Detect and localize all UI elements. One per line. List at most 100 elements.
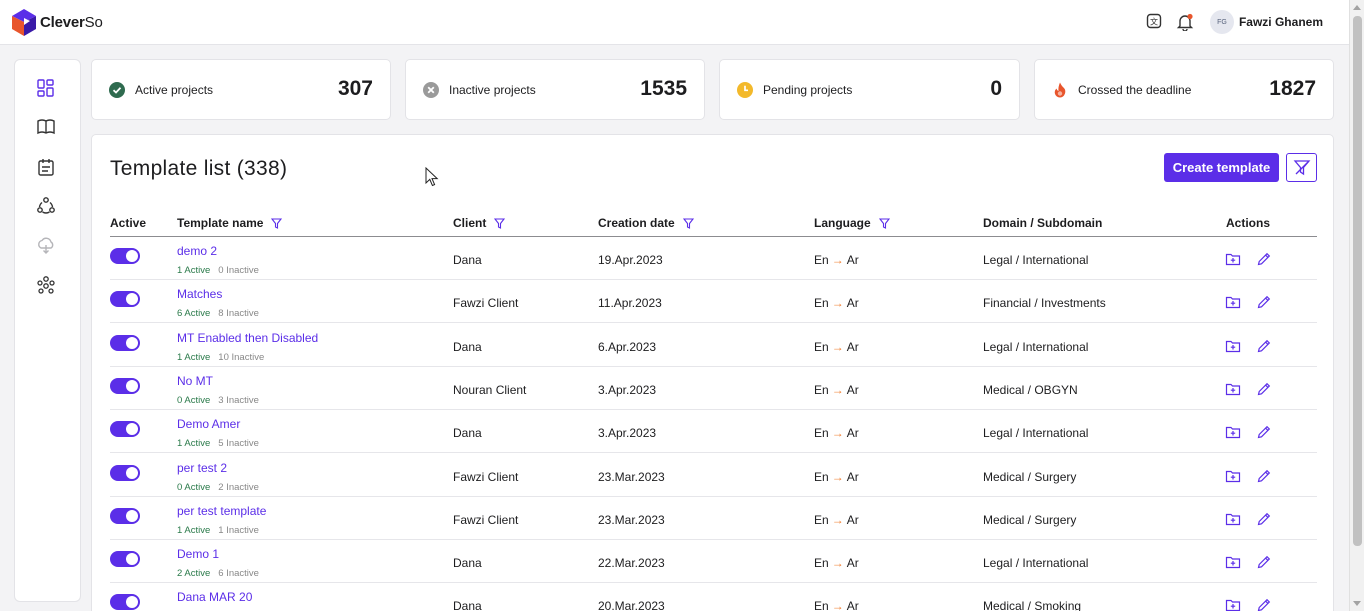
edit-pencil-icon[interactable] bbox=[1256, 554, 1272, 570]
domain-cell: Legal / International bbox=[983, 339, 1089, 354]
edit-pencil-icon[interactable] bbox=[1256, 468, 1272, 484]
template-name-link[interactable]: Dana MAR 20 bbox=[177, 590, 252, 604]
team-icon[interactable] bbox=[36, 275, 56, 295]
template-status-counts: 1 Active 10 Inactive bbox=[177, 352, 264, 363]
language-switch-icon[interactable]: 文 bbox=[1146, 13, 1164, 31]
inactive-count: 8 Inactive bbox=[218, 308, 259, 320]
user-name[interactable]: Fawzi Ghanem bbox=[1239, 15, 1323, 29]
folder-add-icon[interactable] bbox=[1225, 554, 1241, 570]
flame-icon bbox=[1052, 82, 1068, 98]
book-icon[interactable] bbox=[36, 117, 56, 137]
dashboard-icon[interactable] bbox=[36, 78, 56, 98]
folder-add-icon[interactable] bbox=[1225, 597, 1241, 611]
table-row: Demo Amer 1 Active 5 Inactive Dana 3.Apr.202… bbox=[110, 410, 1317, 454]
inactive-count: 5 Inactive bbox=[218, 438, 259, 450]
active-toggle[interactable] bbox=[110, 507, 140, 524]
active-toggle[interactable] bbox=[110, 421, 140, 438]
stat-value: 307 bbox=[337, 77, 373, 100]
notification-bell-icon[interactable] bbox=[1176, 13, 1194, 32]
scroll-up-arrow-icon[interactable] bbox=[1353, 5, 1361, 10]
page-scrollbar[interactable] bbox=[1349, 0, 1364, 611]
template-name-link[interactable]: per test 2 bbox=[177, 461, 227, 475]
source-language: En bbox=[814, 382, 829, 397]
active-count: 1 Active bbox=[177, 351, 211, 363]
active-toggle[interactable] bbox=[110, 334, 140, 351]
active-toggle[interactable] bbox=[110, 291, 140, 308]
app-logo[interactable]: CleverSo bbox=[12, 9, 103, 36]
stat-label: Pending projects bbox=[763, 83, 853, 97]
cloud-sync-icon[interactable] bbox=[36, 236, 56, 256]
active-count: 0 Active bbox=[177, 481, 211, 493]
source-language: En bbox=[814, 339, 829, 354]
language-cell: En → Ar bbox=[814, 340, 859, 354]
table-row: Dana MAR 20 Dana 20.Mar.2023 En → Ar Medical /… bbox=[110, 583, 1317, 611]
scroll-down-arrow-icon[interactable] bbox=[1353, 601, 1361, 606]
stat-card-crossed-deadline[interactable]: Crossed the deadline 1827 bbox=[1034, 59, 1334, 120]
domain-cell: Legal / International bbox=[983, 556, 1089, 571]
template-name-link[interactable]: MT Enabled then Disabled bbox=[177, 331, 318, 345]
folder-add-icon[interactable] bbox=[1225, 511, 1241, 527]
template-name-link[interactable]: No MT bbox=[177, 374, 213, 388]
active-toggle[interactable] bbox=[110, 248, 140, 264]
template-name-link[interactable]: Demo Amer bbox=[177, 417, 240, 431]
column-header-domain: Domain / Subdomain bbox=[983, 216, 1103, 230]
domain-cell: Financial / Investments bbox=[983, 296, 1106, 311]
client-cell: Dana bbox=[453, 426, 482, 441]
arrow-right-icon: → bbox=[831, 253, 844, 267]
edit-pencil-icon[interactable] bbox=[1256, 424, 1272, 440]
target-language: Ar bbox=[846, 556, 859, 571]
target-language: Ar bbox=[846, 339, 859, 354]
template-name-link[interactable]: Matches bbox=[177, 287, 222, 301]
template-name-link[interactable]: Demo 1 bbox=[177, 547, 219, 561]
table-row: demo 2 1 Active 0 Inactive Dana 19.Apr.2023 E… bbox=[110, 237, 1317, 280]
active-count: 0 Active bbox=[177, 394, 211, 406]
source-language: En bbox=[814, 296, 829, 311]
sidebar bbox=[14, 59, 81, 602]
template-status-counts: 0 Active 3 Inactive bbox=[177, 395, 259, 406]
arrow-right-icon: → bbox=[831, 339, 844, 354]
active-toggle[interactable] bbox=[110, 594, 140, 611]
svg-text:文: 文 bbox=[1150, 17, 1158, 27]
stat-card-inactive-projects[interactable]: Inactive projects 1535 bbox=[405, 59, 705, 120]
template-name-link[interactable]: demo 2 bbox=[177, 244, 217, 258]
edit-pencil-icon[interactable] bbox=[1256, 338, 1272, 354]
target-language: Ar bbox=[846, 296, 859, 311]
create-template-button[interactable]: Create template bbox=[1164, 153, 1279, 182]
folder-add-icon[interactable] bbox=[1225, 251, 1241, 267]
source-language: En bbox=[814, 426, 829, 441]
mouse-cursor-icon bbox=[425, 167, 439, 187]
filter-icon[interactable] bbox=[682, 217, 694, 229]
stat-card-pending-projects[interactable]: Pending projects 0 bbox=[719, 59, 1020, 120]
edit-pencil-icon[interactable] bbox=[1256, 511, 1272, 527]
filter-button[interactable] bbox=[1286, 153, 1317, 182]
filter-icon[interactable] bbox=[271, 217, 283, 229]
target-language: Ar bbox=[846, 469, 859, 484]
edit-pencil-icon[interactable] bbox=[1256, 381, 1272, 397]
client-cell: Fawzi Client bbox=[453, 296, 519, 311]
client-cell: Dana bbox=[453, 253, 482, 267]
edit-pencil-icon[interactable] bbox=[1256, 597, 1272, 611]
folder-add-icon[interactable] bbox=[1225, 468, 1241, 484]
active-toggle[interactable] bbox=[110, 551, 140, 568]
folder-add-icon[interactable] bbox=[1225, 381, 1241, 397]
active-toggle[interactable] bbox=[110, 464, 140, 481]
x-circle-icon bbox=[423, 82, 439, 98]
folder-add-icon[interactable] bbox=[1225, 294, 1241, 310]
column-header-template-name: Template name bbox=[177, 216, 283, 230]
active-toggle[interactable] bbox=[110, 377, 140, 394]
filter-icon[interactable] bbox=[878, 217, 890, 229]
user-avatar[interactable]: FG bbox=[1209, 10, 1234, 34]
folder-add-icon[interactable] bbox=[1225, 424, 1241, 440]
template-name-link[interactable]: per test template bbox=[177, 504, 266, 518]
scrollbar-thumb[interactable] bbox=[1353, 16, 1362, 546]
stat-card-active-projects[interactable]: Active projects 307 bbox=[91, 59, 391, 120]
calendar-list-icon[interactable] bbox=[36, 157, 56, 177]
folder-add-icon[interactable] bbox=[1225, 338, 1241, 354]
domain-cell: Medical / Smoking bbox=[983, 599, 1082, 611]
filter-icon[interactable] bbox=[494, 217, 506, 229]
target-language: Ar bbox=[846, 426, 859, 441]
network-icon[interactable] bbox=[36, 196, 56, 216]
target-language: Ar bbox=[846, 382, 859, 397]
edit-pencil-icon[interactable] bbox=[1256, 251, 1272, 267]
edit-pencil-icon[interactable] bbox=[1256, 294, 1272, 310]
